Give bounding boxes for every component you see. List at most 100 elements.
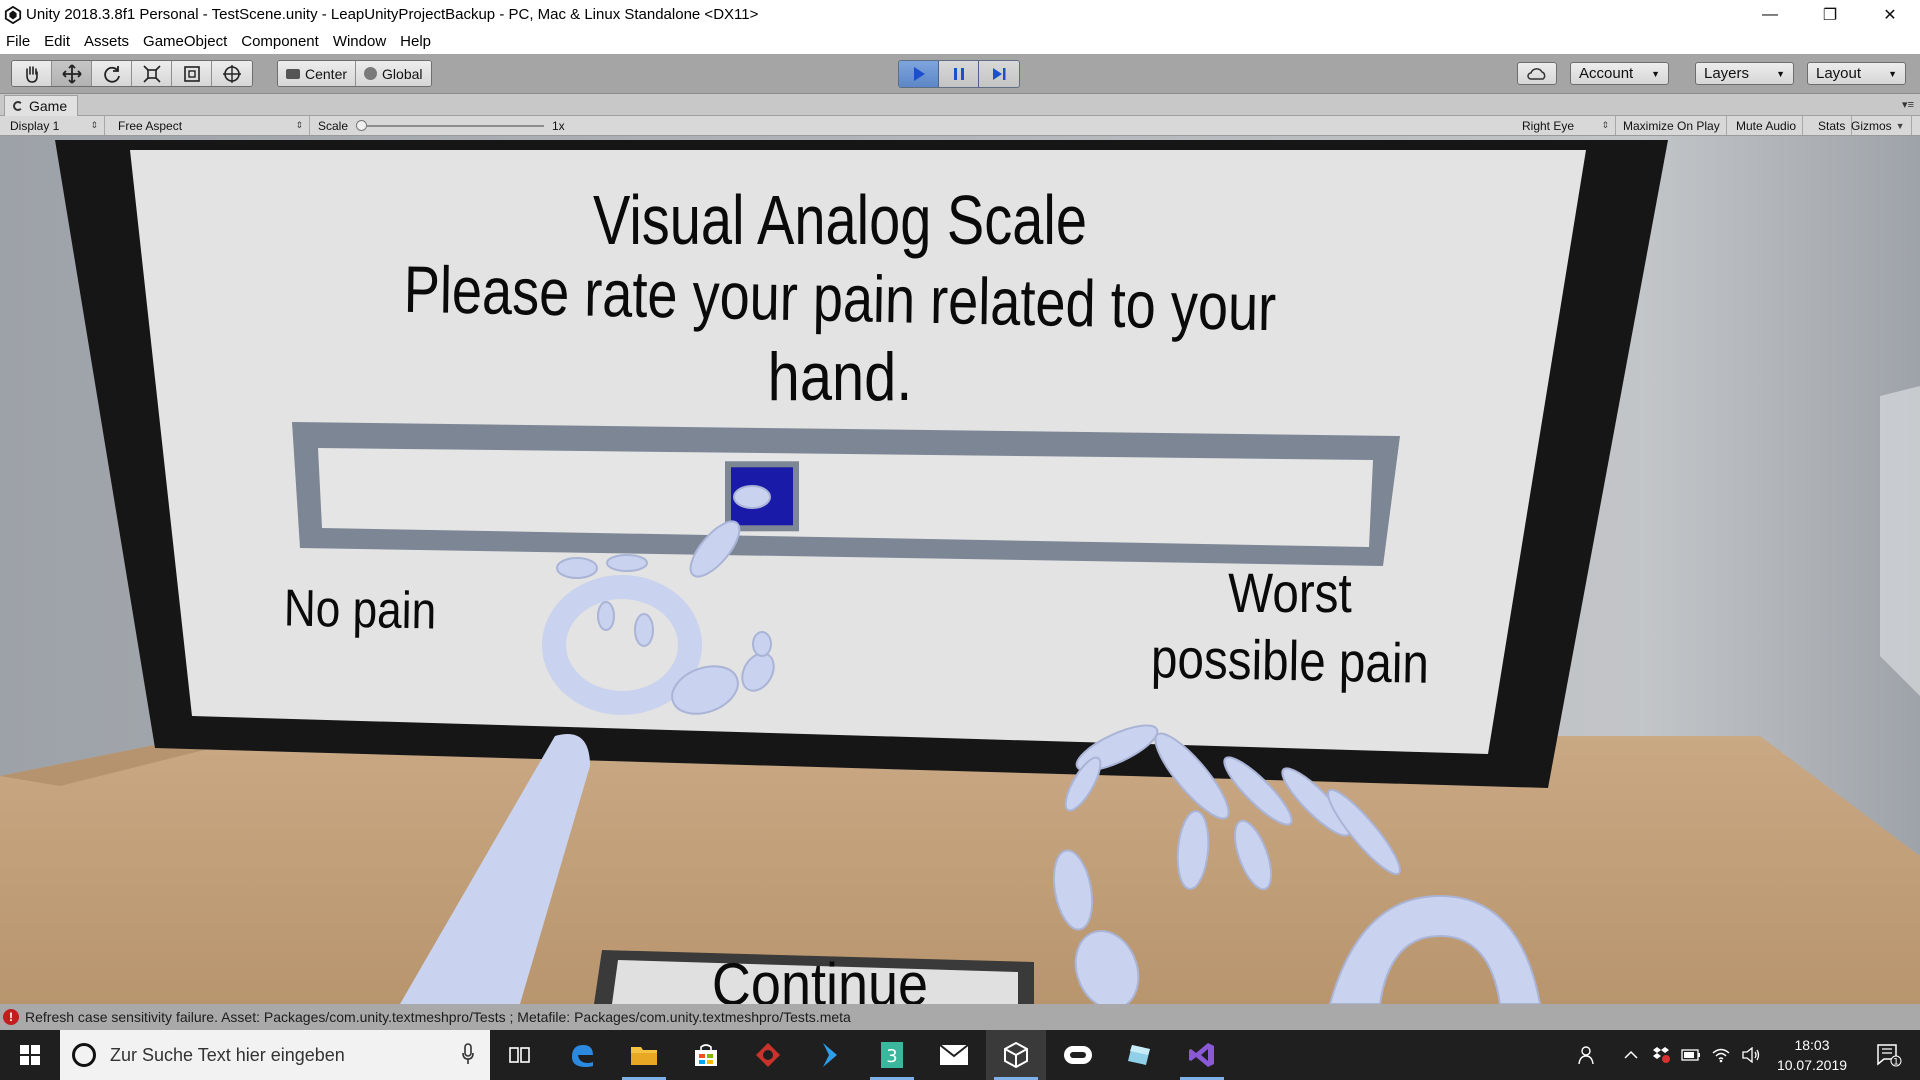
taskbar-red-app[interactable]	[738, 1030, 798, 1080]
maximize-button[interactable]: ❐	[1800, 0, 1860, 29]
scale-tool-button[interactable]	[132, 61, 172, 86]
tray-dropbox[interactable]	[1646, 1030, 1676, 1080]
updown-icon: ⇕	[1601, 120, 1609, 130]
people-icon	[1578, 1046, 1594, 1065]
game-viewport[interactable]: Visual Analog Scale Please rate your pai…	[0, 136, 1920, 1004]
taskbar-oculus[interactable]	[1048, 1030, 1108, 1080]
status-message: Refresh case sensitivity failure. Asset:…	[25, 1009, 851, 1025]
layout-label: Layout	[1816, 65, 1862, 82]
svg-text:3: 3	[886, 1046, 897, 1067]
game-tab-strip: Game ▾≡	[0, 94, 1920, 116]
tab-game[interactable]: Game	[4, 95, 79, 116]
tab-game-label: Game	[29, 98, 68, 114]
gizmos-dropdown[interactable]: Gizmos ▼	[1845, 116, 1912, 135]
error-icon: !	[3, 1009, 19, 1025]
menu-edit[interactable]: Edit	[44, 33, 70, 50]
pivot-rotation-label: Global	[382, 65, 423, 82]
oculus-icon	[1064, 1046, 1092, 1064]
minimize-button[interactable]: —	[1740, 0, 1800, 29]
step-icon	[993, 68, 1006, 80]
maximize-on-play-toggle[interactable]: Maximize On Play	[1617, 116, 1727, 135]
transform-tool-button[interactable]	[212, 61, 252, 86]
scale-slider-track[interactable]	[360, 125, 544, 127]
chevron-down-icon: ▼	[1888, 68, 1897, 79]
unity-logo-icon	[4, 5, 22, 24]
taskbar-visual-studio[interactable]	[1172, 1030, 1232, 1080]
start-button[interactable]	[0, 1030, 60, 1080]
folder-icon	[631, 1047, 657, 1065]
task-view-button[interactable]	[490, 1030, 550, 1080]
windows-taskbar: Zur Suche Text hier eingeben 3 18:03 10.…	[0, 1030, 1920, 1080]
tray-volume[interactable]	[1736, 1030, 1766, 1080]
step-button[interactable]	[979, 61, 1019, 87]
vas-max-label-line2: possible pain	[1150, 626, 1430, 695]
display-dropdown[interactable]: Display 1 ⇕	[4, 116, 105, 135]
glass-app-icon	[1128, 1045, 1150, 1065]
microphone-icon[interactable]	[462, 1043, 474, 1065]
cortana-icon	[72, 1043, 96, 1067]
clock-time: 18:03	[1794, 1037, 1830, 1053]
playback-controls	[898, 60, 1020, 88]
scale-value: 1x	[546, 116, 571, 135]
taskbar-unity[interactable]	[986, 1030, 1046, 1080]
taskbar-file-explorer[interactable]	[614, 1030, 674, 1080]
rect-tool-button[interactable]	[172, 61, 212, 86]
pause-icon	[953, 68, 964, 80]
collab-cloud-button[interactable]	[1517, 62, 1557, 85]
tray-show-hidden[interactable]	[1616, 1030, 1646, 1080]
wifi-icon	[1712, 1048, 1730, 1063]
layout-dropdown[interactable]: Layout ▼	[1807, 62, 1906, 85]
continue-button-label[interactable]: Continue	[658, 950, 982, 1004]
taskbar-edge[interactable]	[552, 1030, 612, 1080]
rotate-tool-button[interactable]	[92, 61, 132, 86]
menu-gameobject[interactable]: GameObject	[143, 33, 227, 50]
taskbar-glass-app[interactable]	[1110, 1030, 1170, 1080]
menu-component[interactable]: Component	[241, 33, 319, 50]
close-button[interactable]: ✕	[1860, 0, 1920, 29]
panel-menu-icon[interactable]: ▾≡	[1902, 98, 1914, 111]
action-center-button[interactable]: 1	[1864, 1030, 1914, 1080]
taskbar-mail[interactable]	[924, 1030, 984, 1080]
maximize-on-play-label: Maximize On Play	[1623, 118, 1720, 133]
pivot-mode-label: Center	[305, 65, 348, 82]
play-button[interactable]	[899, 61, 939, 87]
play-icon	[913, 67, 925, 81]
battery-icon	[1681, 1049, 1700, 1061]
cloud-icon	[1527, 67, 1546, 80]
globe-icon	[364, 67, 378, 80]
pause-button[interactable]	[939, 61, 979, 87]
pivot-rotation-button[interactable]: Global	[356, 61, 431, 86]
hand-tool-button[interactable]	[12, 61, 52, 86]
edge-icon	[572, 1045, 593, 1067]
taskbar-clock[interactable]: 18:03 10.07.2019	[1770, 1030, 1854, 1080]
search-box[interactable]: Zur Suche Text hier eingeben	[60, 1030, 490, 1080]
tray-wifi[interactable]	[1706, 1030, 1736, 1080]
pivot-mode-button[interactable]: Center	[278, 61, 357, 86]
hand-icon	[25, 65, 38, 83]
menu-window[interactable]: Window	[333, 33, 386, 50]
move-tool-button[interactable]	[52, 61, 92, 86]
aspect-dropdown[interactable]: Free Aspect ⇕	[112, 116, 310, 135]
account-dropdown[interactable]: Account ▼	[1570, 62, 1669, 85]
gizmos-label: Gizmos	[1851, 118, 1892, 133]
tray-people[interactable]	[1570, 1030, 1606, 1080]
tray-battery[interactable]	[1676, 1030, 1706, 1080]
mute-audio-toggle[interactable]: Mute Audio	[1730, 116, 1804, 135]
taskbar-store[interactable]	[676, 1030, 736, 1080]
chevron-up-icon	[1624, 1050, 1638, 1059]
vas-min-label: No pain	[283, 579, 437, 641]
windows-logo-icon	[20, 1045, 40, 1065]
menu-assets[interactable]: Assets	[84, 33, 129, 50]
pivot-toggles: Center Global	[277, 60, 432, 87]
taskbar-blue-app[interactable]	[800, 1030, 860, 1080]
display-label: Display 1	[10, 118, 60, 133]
green-3-icon: 3	[881, 1042, 903, 1068]
menu-help[interactable]: Help	[400, 33, 431, 50]
menu-file[interactable]: File	[6, 33, 30, 50]
scale-slider-knob[interactable]	[356, 120, 367, 131]
mail-icon	[939, 1044, 969, 1065]
eye-dropdown[interactable]: Right Eye ⇕	[1516, 116, 1616, 135]
taskbar-green-app[interactable]: 3	[862, 1030, 922, 1080]
layers-dropdown[interactable]: Layers ▼	[1695, 62, 1794, 85]
console-status-bar[interactable]: ! Refresh case sensitivity failure. Asse…	[0, 1004, 1920, 1030]
